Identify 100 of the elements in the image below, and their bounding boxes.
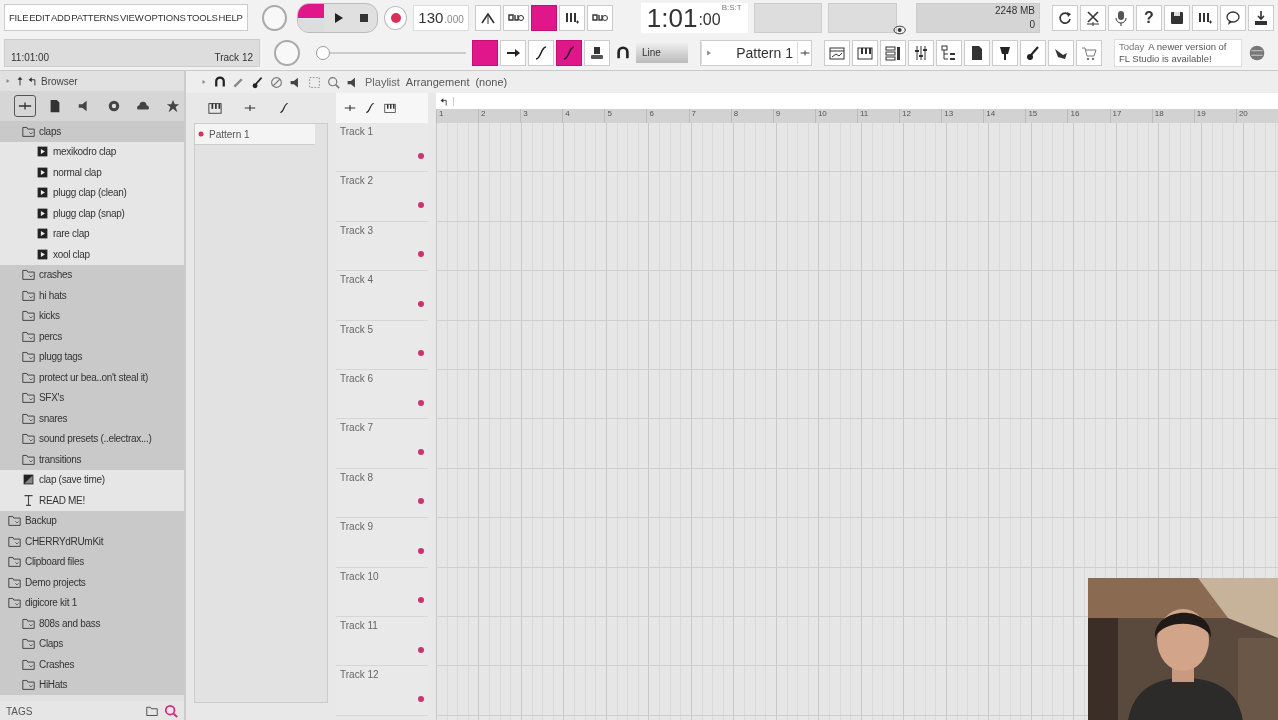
browser-item[interactable]: plugg tags [0,346,184,367]
track-mute-dot[interactable] [418,350,424,357]
pattern-item[interactable]: Pattern 1 [195,124,315,145]
menu-item[interactable]: FILE [9,12,29,23]
track-mute-dot[interactable] [418,399,424,406]
piano-icon [384,102,396,114]
browser-title: Browser [41,75,78,87]
arrangement-label[interactable]: Arrangement [405,76,470,88]
sample-icon [22,473,35,487]
browser-item[interactable]: rare clap [0,223,184,244]
item-label: Claps [39,638,64,650]
browser-item[interactable]: digicore kit 1 [0,592,184,613]
menu-item[interactable]: OPTIONS [144,12,186,23]
selection-label: (none) [475,76,508,88]
item-label: SFX's [39,392,64,404]
item-label: digicore kit 1 [25,597,77,609]
search-icon [164,704,178,718]
cpu-monitor: 2248 MB 0 [916,2,1040,33]
record-icon [197,130,205,138]
browser-item[interactable]: READ ME! [0,490,184,511]
browser-item[interactable]: snares [0,408,184,429]
browser-item[interactable]: Crashes [0,654,184,675]
folder-icon [22,678,35,692]
track-mute-dot[interactable] [418,449,424,456]
pattern-song-toggle[interactable] [297,3,325,32]
playlist-title: Playlist [365,76,400,88]
track-mute-dot[interactable] [418,202,424,209]
browser-item[interactable]: xool clap [0,244,184,265]
browser-item[interactable]: claps [0,121,184,142]
item-label: HiHats [39,679,68,691]
browser-item[interactable]: Clipboard files [0,551,184,572]
browser-item[interactable]: HiHats [0,674,184,695]
plus-arrows-icon [244,102,256,114]
audio-file-icon [36,186,49,200]
menu-item[interactable]: TOOLS [186,12,218,23]
playlist-grid[interactable] [436,123,1278,720]
snap-dropdown[interactable]: Line [636,42,688,63]
browser-item[interactable]: normal clap [0,162,184,183]
plug-icon [997,44,1013,61]
browser-tab[interactable] [14,95,36,117]
browser-item[interactable]: Backup [0,510,184,531]
track-mute-dot[interactable] [418,597,424,604]
item-label: READ ME! [39,494,85,506]
browser-item[interactable]: crashes [0,264,184,285]
browser-item[interactable]: clap (save time) [0,469,184,490]
folder-icon [22,432,35,446]
folder-icon [22,391,35,405]
pattern-selector[interactable]: Pattern 1 [700,39,812,66]
folder-icon [146,705,158,717]
browser-item[interactable]: Demo projects [0,572,184,593]
browser-item[interactable]: percs [0,326,184,347]
browser-item[interactable]: kicks [0,305,184,326]
tempo-field[interactable]: 130.000 [413,4,469,31]
menu-item[interactable]: HELP [218,12,243,23]
browser-item[interactable]: CHERRYdRUmKit [0,531,184,552]
track-mute-dot[interactable] [418,251,424,258]
add-pattern-button[interactable] [797,41,811,64]
track-mute-dot[interactable] [418,547,424,554]
item-label: clap (save time) [39,474,105,486]
item-label: sound presets (..electrax...) [39,433,152,445]
select-icon [308,75,321,89]
slider-thumb[interactable] [316,45,330,60]
browser-item[interactable]: hi hats [0,285,184,306]
browser-item[interactable]: plugg clap (clean) [0,182,184,203]
menu-item[interactable]: PATTERNS [71,12,119,23]
browser-item[interactable]: sound presets (..electrax...) [0,428,184,449]
browser-item[interactable]: SFX's [0,387,184,408]
menu-item[interactable]: EDIT [29,12,51,23]
window-icon [829,44,845,61]
browser-item[interactable]: transitions [0,449,184,470]
track-mute-dot[interactable] [418,300,424,307]
folder-icon [22,411,35,425]
toolbar-button[interactable] [556,39,582,66]
news-panel[interactable]: Today A newer version of FL Studio is available! [1114,38,1242,67]
browser-item[interactable]: plugg clap (snap) [0,203,184,224]
browser-item[interactable]: 808s and bass [0,613,184,634]
menu-item[interactable]: ADD [50,12,71,23]
folder-icon [22,637,35,651]
item-label: Demo projects [25,576,86,588]
track-mute-dot[interactable] [418,646,424,653]
toolbar-button[interactable]: ? [1136,4,1162,31]
tree-icon [941,44,957,61]
browser-item[interactable]: Claps [0,633,184,654]
eye-icon[interactable] [892,25,906,35]
menu-item[interactable]: VIEW [119,12,144,23]
brush-icon [251,75,264,89]
brush-icon [1025,44,1041,61]
folder-icon [22,268,35,282]
browser-item[interactable]: mexikodro clap [0,141,184,162]
item-label: protect ur bea..on't steal it) [39,371,149,383]
browser-item[interactable]: protect ur bea..on't steal it) [0,367,184,388]
audio-file-icon [36,165,49,179]
track-mute-dot[interactable] [418,152,424,159]
stamp-icon [589,44,605,61]
track-mute-dot[interactable] [418,696,424,702]
track-mute-dot[interactable] [418,498,424,505]
record-button[interactable] [384,5,408,30]
up-arrow-icon [15,76,25,86]
tags-label[interactable]: TAGS [6,705,34,717]
item-label: percs [39,330,62,342]
